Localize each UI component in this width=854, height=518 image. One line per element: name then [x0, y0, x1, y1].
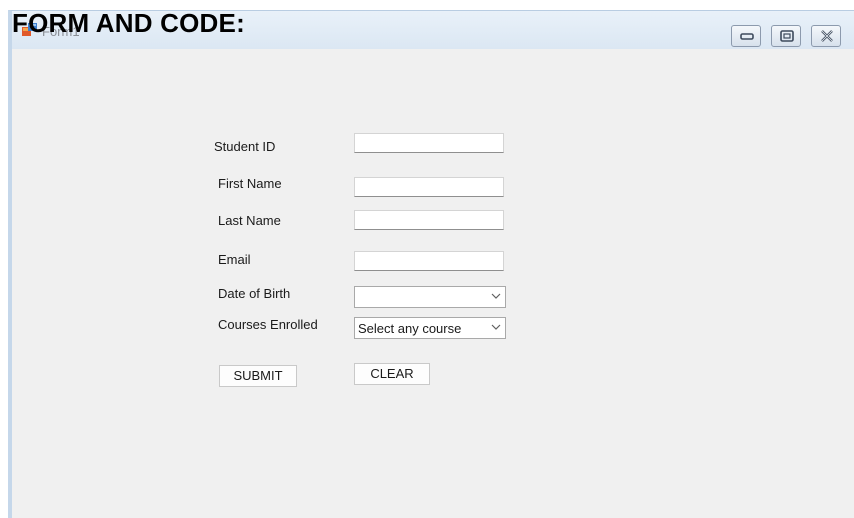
email-label: Email [218, 252, 251, 267]
minimize-button[interactable] [731, 25, 761, 47]
courses-enrolled-label: Courses Enrolled [218, 317, 318, 332]
chevron-down-icon [491, 324, 501, 330]
close-button[interactable] [811, 25, 841, 47]
minimize-icon [740, 33, 754, 40]
clear-button[interactable]: CLEAR [354, 363, 430, 385]
page-heading: FORM AND CODE: [12, 8, 245, 38]
courses-selected-value: Select any course [358, 321, 462, 336]
student-id-input[interactable] [354, 133, 504, 153]
submit-button[interactable]: SUBMIT [219, 365, 297, 387]
last-name-label: Last Name [218, 213, 281, 228]
courses-select[interactable]: Select any course [354, 317, 506, 339]
form-window: Form1 FORM AND CODE: Student ID First Na… [8, 8, 854, 518]
close-icon [821, 30, 833, 42]
student-id-label: Student ID [214, 139, 276, 154]
maximize-button[interactable] [771, 25, 801, 47]
first-name-label: First Name [218, 176, 282, 191]
email-input[interactable] [354, 251, 504, 271]
date-of-birth-picker[interactable] [354, 286, 506, 308]
maximize-icon [780, 30, 794, 42]
date-of-birth-label: Date of Birth [218, 286, 291, 301]
first-name-input[interactable] [354, 177, 504, 197]
chevron-down-icon [491, 293, 501, 299]
last-name-input[interactable] [354, 210, 504, 230]
